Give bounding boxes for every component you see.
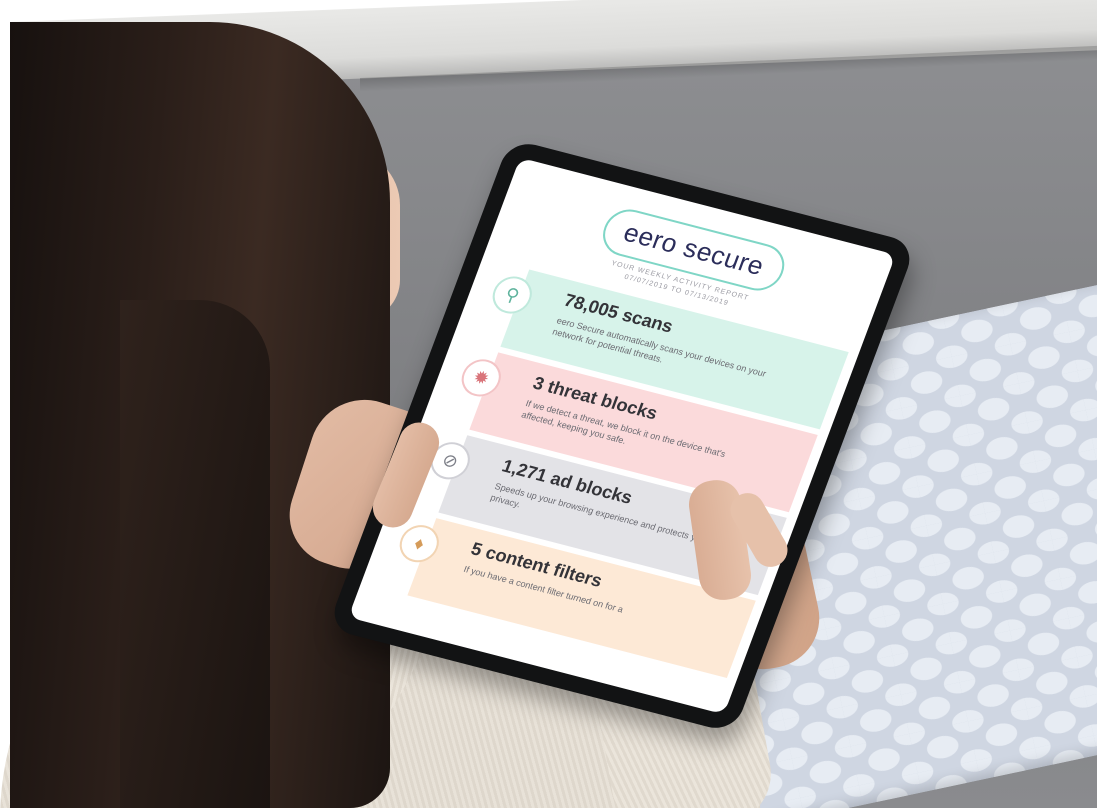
hair-strand	[120, 300, 270, 808]
photo-scene: eero secure YOUR WEEKLY ACTIVITY REPORT …	[0, 0, 1097, 808]
bug-icon: ✹	[456, 355, 507, 401]
magnifier-icon: ⚲	[487, 272, 538, 318]
shield-icon: ♦	[394, 521, 445, 567]
